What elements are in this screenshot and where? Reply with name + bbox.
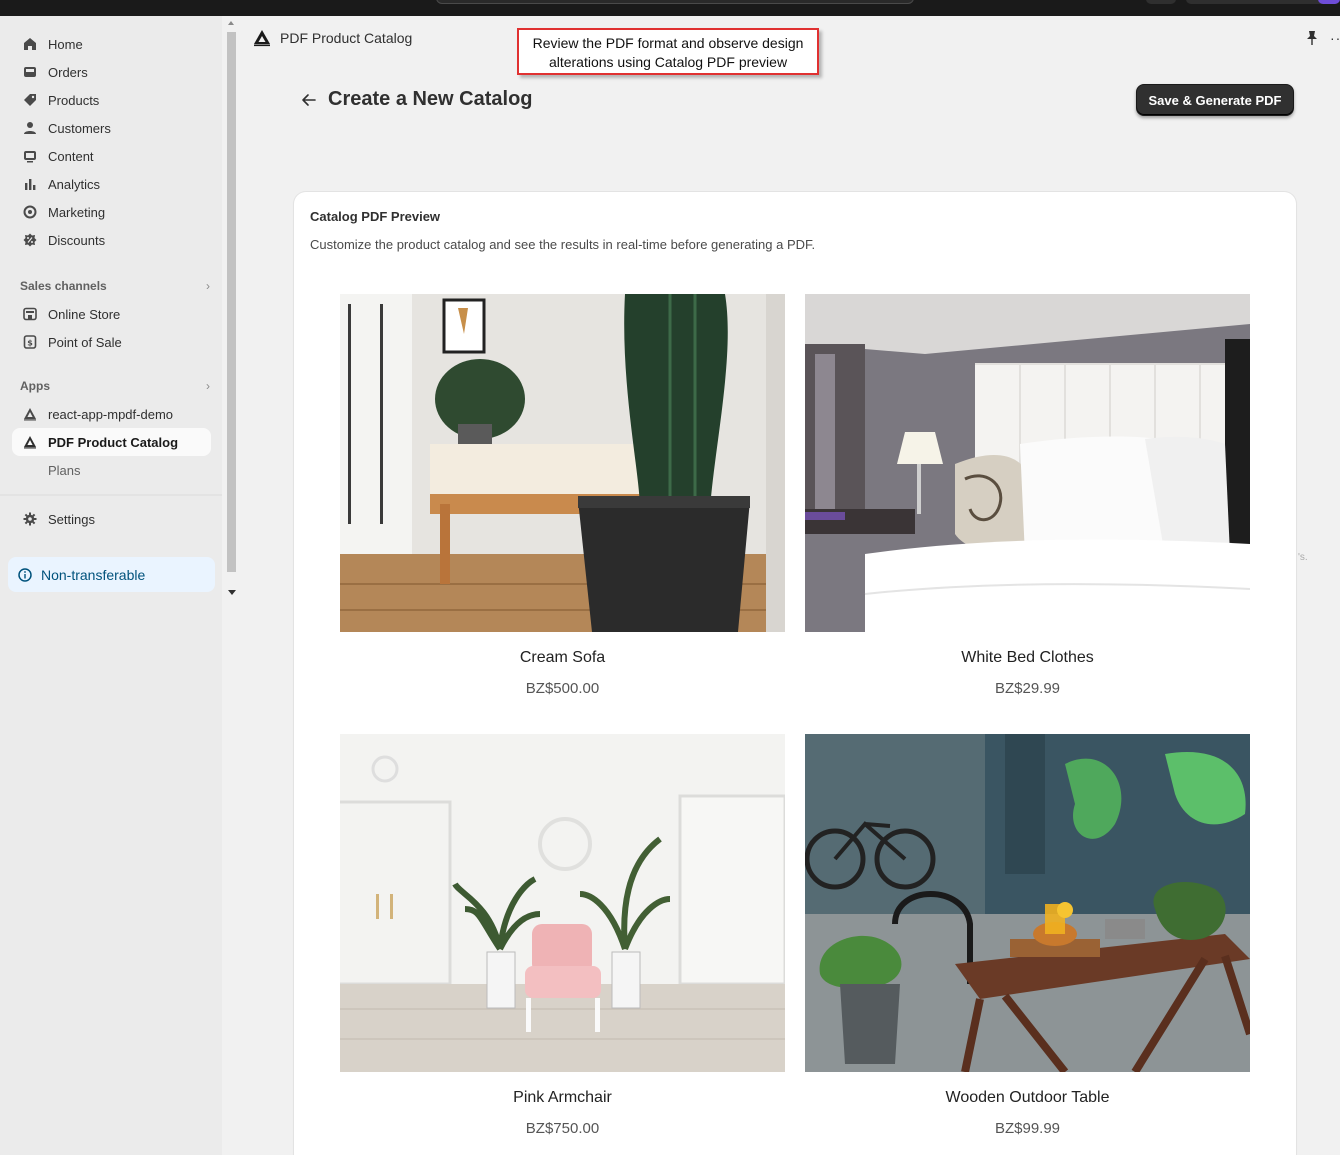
sidebar-item-products[interactable]: Products	[12, 86, 211, 114]
sidebar-item-label: Online Store	[48, 306, 121, 322]
product-image	[340, 734, 785, 1072]
person-icon	[22, 120, 38, 136]
product-price: BZ$99.99	[994, 1120, 1061, 1137]
callout-line-1: Review the PDF format and observe design	[532, 35, 804, 51]
sidebar-item-settings[interactable]: Settings	[12, 505, 211, 533]
sidebar-item-marketing[interactable]: Marketing	[12, 198, 211, 226]
chevron-right-icon: ›	[206, 379, 210, 393]
product-name: Wooden Outdoor Table	[945, 1089, 1110, 1106]
sidebar-item-point-of-sale[interactable]: $ Point of Sale	[12, 328, 211, 356]
callout-line-2: alterations using Catalog PDF preview	[548, 54, 788, 70]
sidebar-item-plans[interactable]: Plans	[12, 456, 211, 484]
apps-heading[interactable]: Apps ›	[20, 379, 210, 393]
sidebar-item-label: Settings	[48, 511, 95, 527]
sidebar-item-home[interactable]: Home	[12, 30, 211, 58]
sidebar-item-label: Discounts	[48, 232, 106, 248]
pos-icon: $	[22, 334, 38, 350]
app-title: PDF Product Catalog	[280, 30, 413, 46]
pin-icon[interactable]	[1305, 30, 1319, 46]
catalog-preview-card: Catalog PDF Preview Customize the produc…	[294, 192, 1296, 1155]
card-description: Customize the product catalog and see th…	[310, 237, 816, 252]
product-name: Pink Armchair	[513, 1089, 612, 1106]
sidebar-scrollbar-thumb[interactable]	[227, 32, 236, 572]
product-price: BZ$500.00	[525, 680, 600, 697]
page-title: Create a New Catalog	[328, 88, 533, 110]
sidebar-item-content[interactable]: Content	[12, 142, 211, 170]
svg-text:$: $	[27, 339, 33, 348]
sidebar: Home Orders Products Customers Content A…	[0, 16, 222, 1155]
page-title-bar: Create a New Catalog	[300, 88, 533, 111]
info-icon	[18, 567, 32, 582]
sidebar-item-label: PDF Product Catalog	[48, 434, 179, 450]
tag-icon	[22, 92, 38, 108]
chevron-right-icon: ›	[206, 279, 210, 293]
app-logo-icon	[22, 406, 38, 422]
sidebar-item-label: Plans	[48, 462, 81, 478]
product-card: Wooden Outdoor Table BZ$99.99	[805, 734, 1250, 1137]
sidebar-item-pdf-product-catalog[interactable]: PDF Product Catalog	[12, 428, 211, 456]
product-card: White Bed Clothes BZ$29.99	[805, 294, 1250, 697]
sidebar-divider	[0, 494, 222, 496]
sidebar-item-label: Orders	[48, 64, 88, 80]
discount-icon	[22, 232, 38, 248]
product-image	[805, 294, 1250, 632]
sidebar-item-label: Content	[48, 148, 94, 164]
scroll-up-arrow-icon[interactable]	[228, 21, 234, 25]
sidebar-item-label: Products	[48, 92, 100, 108]
target-icon	[22, 204, 38, 220]
non-transferable-badge[interactable]: Non-transferable	[8, 557, 215, 592]
product-card: Pink Armchair BZ$750.00	[340, 734, 785, 1137]
sidebar-item-label: Point of Sale	[48, 334, 122, 350]
background-text-fragment: 's.	[1298, 552, 1308, 563]
bar-chart-icon	[22, 176, 38, 192]
sidebar-item-label: Home	[48, 36, 83, 52]
global-search-input[interactable]	[436, 0, 914, 4]
inbox-icon	[22, 64, 38, 80]
more-actions-icon[interactable]: ··	[1330, 30, 1340, 46]
sidebar-item-customers[interactable]: Customers	[12, 114, 211, 142]
store-icon	[22, 306, 38, 322]
sidebar-item-label: Customers	[48, 120, 111, 136]
product-image	[805, 734, 1250, 1072]
scroll-down-arrow-icon[interactable]	[228, 590, 236, 595]
sidebar-item-label: react-app-mpdf-demo	[48, 406, 173, 422]
product-name: Cream Sofa	[519, 649, 606, 666]
sidebar-item-label: Analytics	[48, 176, 101, 192]
sidebar-item-orders[interactable]: Orders	[12, 58, 211, 86]
sidebar-item-react-app-mpdf-demo[interactable]: react-app-mpdf-demo	[12, 400, 211, 428]
admin-top-bar	[0, 0, 1340, 16]
card-title: Catalog PDF Preview	[310, 209, 441, 224]
top-bar-button[interactable]	[1146, 0, 1176, 4]
app-logo-icon	[252, 28, 272, 48]
product-price: BZ$750.00	[525, 1120, 600, 1137]
product-card: Cream Sofa BZ$500.00	[340, 294, 785, 697]
store-switcher[interactable]	[1186, 0, 1340, 4]
annotation-callout: Review the PDF format and observe design…	[517, 28, 819, 75]
app-logo-icon	[22, 434, 38, 450]
sidebar-item-online-store[interactable]: Online Store	[12, 300, 211, 328]
product-price: BZ$29.99	[994, 680, 1061, 697]
gear-icon	[22, 511, 38, 527]
sidebar-item-discounts[interactable]: Discounts	[12, 226, 211, 254]
product-name: White Bed Clothes	[961, 649, 1094, 666]
sidebar-item-analytics[interactable]: Analytics	[12, 170, 211, 198]
sidebar-item-label: Marketing	[48, 204, 106, 220]
home-icon	[22, 36, 38, 52]
image-icon	[22, 148, 38, 164]
product-image	[340, 294, 785, 632]
arrow-left-icon[interactable]	[300, 91, 318, 109]
app-title-bar: PDF Product Catalog	[252, 28, 412, 48]
save-generate-pdf-button[interactable]: Save & Generate PDF	[1136, 84, 1294, 116]
sales-channels-heading[interactable]: Sales channels ›	[20, 279, 210, 293]
